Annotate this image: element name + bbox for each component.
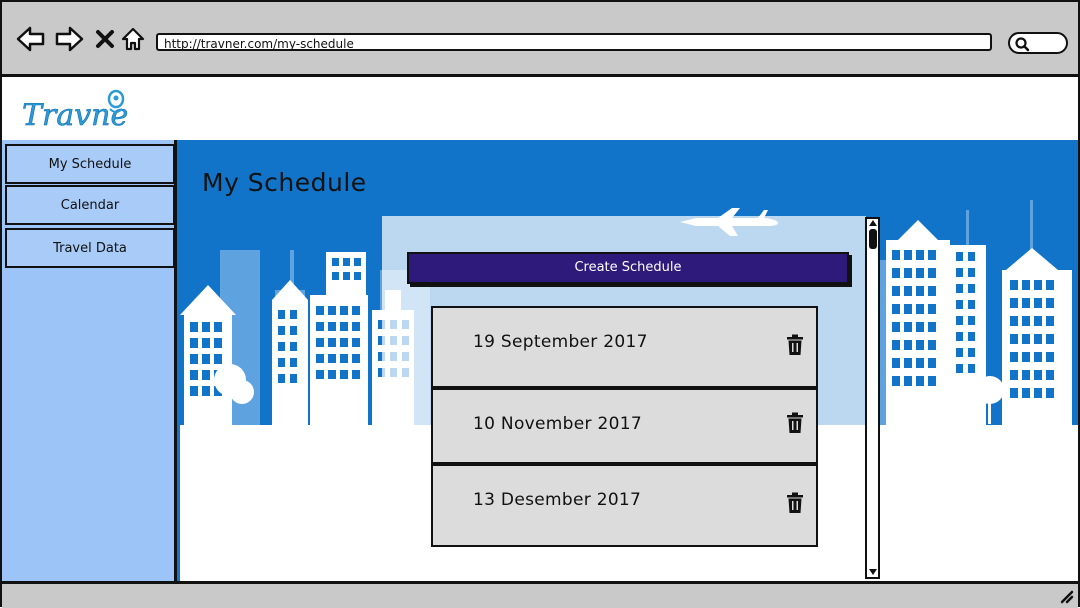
sidebar-item-travel-data[interactable]: Travel Data [5, 228, 175, 268]
create-schedule-button[interactable]: Create Schedule [407, 252, 849, 284]
schedule-date: 10 November 2017 [473, 414, 642, 434]
trash-icon[interactable] [786, 492, 804, 514]
status-bar [2, 581, 1078, 608]
page-title: My Schedule [202, 168, 367, 197]
trash-icon[interactable] [786, 412, 804, 434]
logo-graphic: Travner [22, 89, 145, 133]
resize-grip-icon[interactable] [1058, 588, 1074, 604]
search-box[interactable] [1008, 32, 1068, 54]
trash-icon[interactable] [786, 334, 804, 356]
sidebar: My Schedule Calendar Travel Data [2, 140, 177, 581]
main-area: My Schedule Calendar Travel Data My Sche… [2, 140, 1078, 581]
svg-text:Travner: Travner [22, 98, 130, 133]
sidebar-item-my-schedule[interactable]: My Schedule [5, 144, 175, 184]
browser-toolbar: http://travner.com/my-schedule [2, 2, 1078, 77]
back-arrow-icon[interactable] [16, 24, 46, 54]
schedule-date: 13 Desember 2017 [473, 490, 642, 510]
schedule-date: 19 September 2017 [473, 332, 648, 352]
sidebar-item-calendar[interactable]: Calendar [5, 185, 175, 225]
scroll-up-icon[interactable] [868, 219, 878, 227]
scroll-down-icon[interactable] [868, 568, 878, 576]
vertical-scrollbar[interactable] [865, 217, 880, 579]
browser-window: http://travner.com/my-schedule Travner [0, 0, 1080, 608]
address-bar[interactable]: http://travner.com/my-schedule [156, 33, 992, 51]
travner-logo[interactable]: Travner [20, 83, 145, 137]
schedule-card[interactable]: 10 November 2017 [431, 388, 818, 464]
schedule-card[interactable]: 13 Desember 2017 [431, 464, 818, 547]
airplane-icon [680, 208, 778, 236]
site-header: Travner [2, 77, 1078, 140]
search-icon [1015, 37, 1030, 52]
close-icon[interactable] [90, 24, 120, 54]
forward-arrow-icon[interactable] [54, 24, 84, 54]
schedule-card[interactable]: 19 September 2017 [431, 306, 818, 388]
scroll-thumb[interactable] [869, 229, 877, 249]
home-icon[interactable] [118, 24, 148, 54]
